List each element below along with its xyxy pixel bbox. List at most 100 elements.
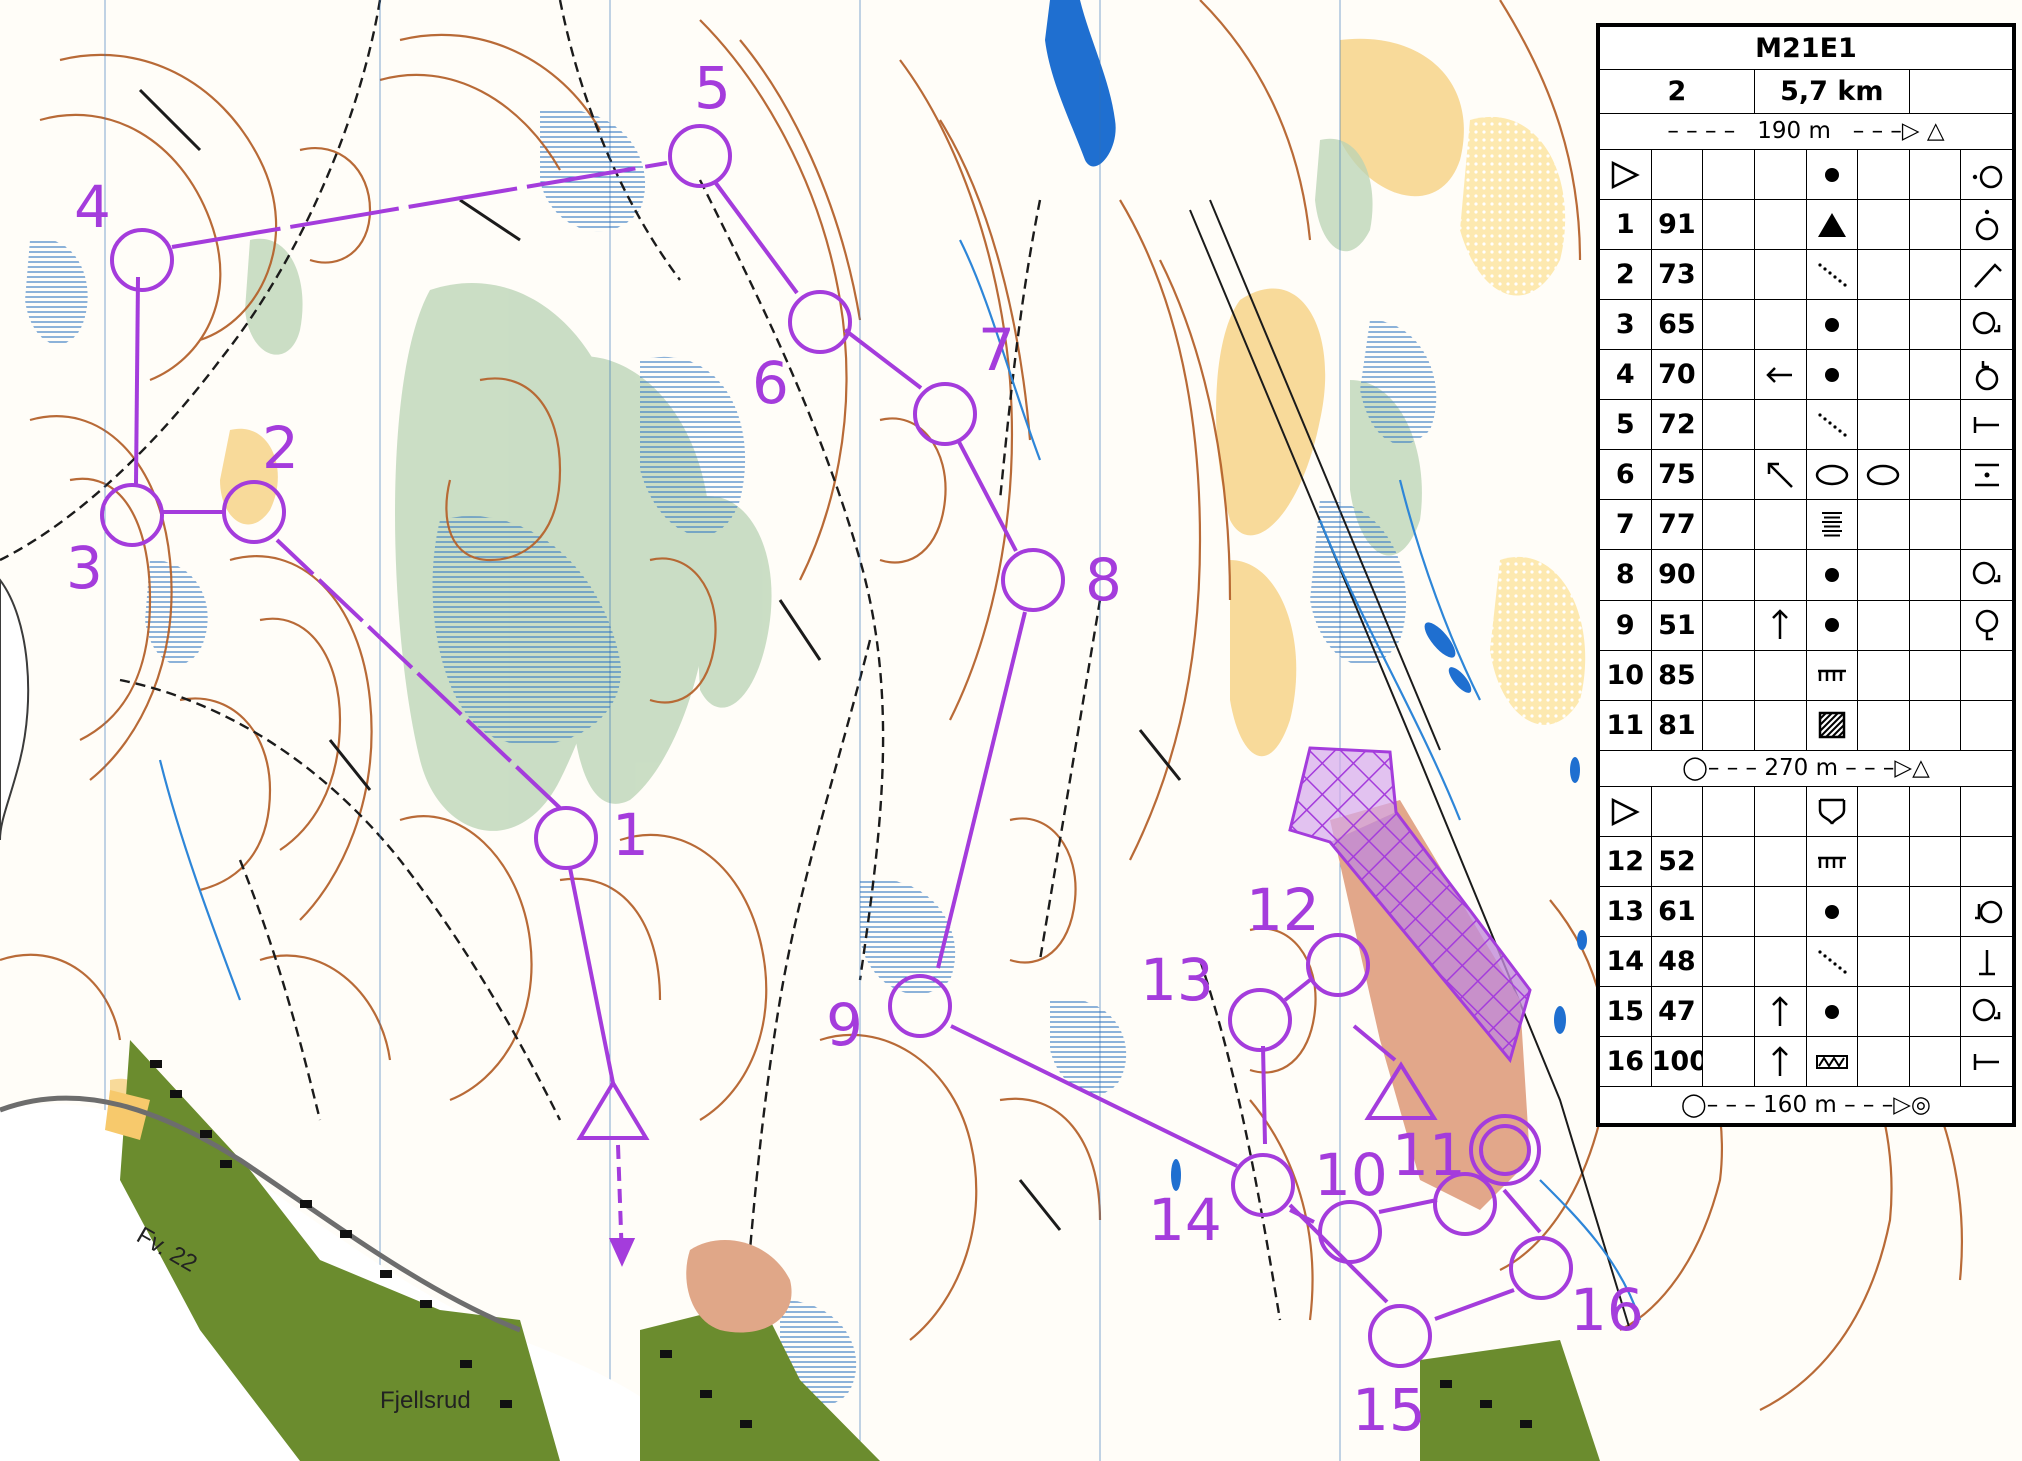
- taped-dash-left: – – – –: [1667, 118, 1750, 145]
- arrow-upleft-icon: [1767, 462, 1794, 488]
- control-row-5: 5 72: [1599, 399, 2013, 451]
- fence-comb: [1817, 856, 1846, 868]
- blank-icon: [1969, 657, 2005, 693]
- blank-icon: [1865, 1044, 1901, 1080]
- blank-icon: [1711, 307, 1747, 343]
- blank-icon: [1762, 794, 1798, 830]
- code-cell: 48: [1650, 936, 1704, 988]
- blank-icon: [1762, 944, 1798, 980]
- ditch-dotted: [1818, 263, 1847, 287]
- position-cell: [1960, 299, 2013, 351]
- blank-icon: [1711, 707, 1747, 743]
- direction-cell: [1753, 299, 1807, 351]
- bend-icon: [1973, 262, 2002, 288]
- start-triangle-icon: [1612, 797, 1641, 826]
- ellipse-open: [1815, 464, 1849, 486]
- blank-icon: [1711, 507, 1747, 543]
- course-name: M21E1: [1599, 25, 2013, 71]
- blank-icon: [1711, 657, 1747, 693]
- blank-icon: [1917, 657, 1953, 693]
- direction-cell: [1753, 399, 1807, 451]
- arrow-up-icon: [1772, 996, 1789, 1026]
- which-feature-cell: [1702, 786, 1755, 838]
- which-feature-cell: [1702, 836, 1755, 888]
- control-number-2: 2: [262, 414, 299, 482]
- control-description-sheet: M21E1 2 5,7 km – – – – 190 m – – –▷ △ 19…: [1596, 23, 2016, 1127]
- feature-cell: [1805, 986, 1859, 1038]
- fence-comb: [1817, 669, 1846, 682]
- blank-icon: [1865, 657, 1901, 693]
- taped-dash-right: – – –▷: [1838, 118, 1920, 145]
- start-triangle-cell: [1599, 149, 1652, 201]
- dimension-cell: [1908, 599, 1962, 651]
- which-feature-cell: [1702, 599, 1755, 651]
- position-cell: [1960, 399, 2013, 451]
- course-length: 5,7 km: [1753, 69, 1910, 114]
- blank-icon: [1865, 307, 1901, 343]
- feature-cell: [1805, 449, 1859, 501]
- blank-icon: [1917, 307, 1953, 343]
- direction-cell: [1753, 786, 1807, 838]
- control-row-7: 7 77: [1599, 499, 2013, 551]
- ditch-dotted: [1818, 950, 1847, 974]
- feature-cell: [1805, 1036, 1859, 1088]
- feature-cell: [1805, 886, 1859, 938]
- control-row-13: 13 61: [1599, 886, 2013, 938]
- blank-icon: [1865, 994, 1901, 1030]
- code-cell: 72: [1650, 399, 1704, 451]
- blank-icon: [1917, 507, 1953, 543]
- blank-icon: [1711, 557, 1747, 593]
- which-feature-cell: [1702, 549, 1755, 601]
- which-feature-cell: [1702, 499, 1755, 551]
- blank-icon: [1917, 407, 1953, 443]
- blank-icon: [1917, 894, 1953, 930]
- taped-route-row-1: – – – – 190 m – – –▷ △: [1599, 112, 2013, 151]
- blank-icon: [1711, 207, 1747, 243]
- direction-cell: [1753, 449, 1807, 501]
- which-feature-cell: [1702, 349, 1755, 401]
- seq-cell: 13: [1599, 886, 1652, 938]
- dimension-cell: [1908, 786, 1962, 838]
- code-cell: 85: [1650, 649, 1704, 701]
- blank-icon: [1917, 707, 1953, 743]
- blank-icon: [1762, 157, 1798, 193]
- code-cell: 81: [1650, 699, 1704, 751]
- map-change-triangle-icon: △: [1926, 118, 1945, 145]
- boulder-dot: [1824, 317, 1839, 332]
- control-row-15: 15 47: [1599, 986, 2013, 1038]
- blank-icon: [1917, 157, 1953, 193]
- orienteering-map: Fv. 22 Fjellsrud 1 2 3 4 5 6 7 8 9 10 11…: [0, 0, 2022, 1461]
- feature2-cell: [1857, 1036, 1910, 1088]
- code-cell: 100: [1650, 1036, 1704, 1088]
- code-cell: [1650, 786, 1704, 838]
- control-number-16: 16: [1570, 1276, 1644, 1344]
- blank-icon: [1762, 307, 1798, 343]
- position-cell: [1960, 786, 2013, 838]
- feature2-cell: [1857, 649, 1910, 701]
- blank-icon: [1969, 844, 2005, 880]
- feature-cell: [1805, 249, 1859, 301]
- control-number-12: 12: [1246, 876, 1320, 944]
- blank-icon: [1969, 507, 2005, 543]
- seq-cell: 11: [1599, 699, 1652, 751]
- blank-icon: [1865, 607, 1901, 643]
- direction-cell: [1753, 699, 1807, 751]
- arrow-up-icon: [1772, 609, 1789, 640]
- feature-cell: [1805, 649, 1859, 701]
- control-row-12: 12 52: [1599, 836, 2013, 888]
- boulder-dot: [1824, 367, 1839, 382]
- blank-icon: [1865, 707, 1901, 743]
- feature2-cell: [1857, 549, 1910, 601]
- dimension-cell: [1908, 649, 1962, 701]
- control-row-16: 16 100: [1599, 1036, 2013, 1088]
- blank-icon: [1762, 707, 1798, 743]
- code-cell: 52: [1650, 836, 1704, 888]
- seq-cell: 7: [1599, 499, 1652, 551]
- which-feature-cell: [1702, 449, 1755, 501]
- position-cell: [1960, 349, 2013, 401]
- control-number-6: 6: [752, 349, 789, 417]
- blank-icon: [1762, 657, 1798, 693]
- control-row-10: 10 85: [1599, 649, 2013, 701]
- position-cell: [1960, 449, 2013, 501]
- which-feature-cell: [1702, 249, 1755, 301]
